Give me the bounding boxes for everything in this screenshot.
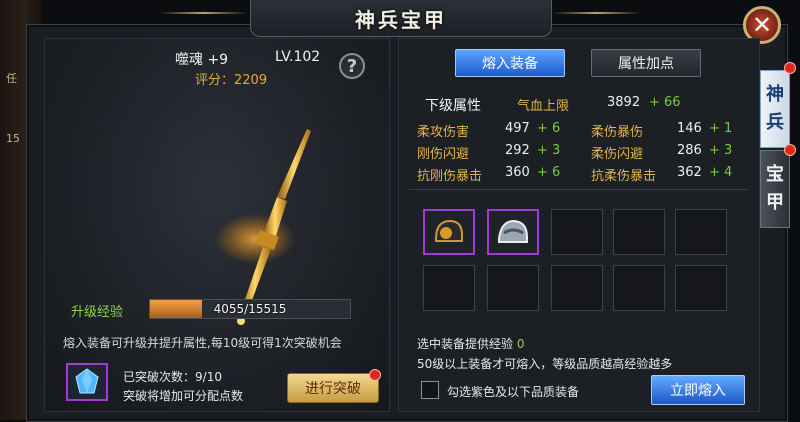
weapon-level: LV.102 — [275, 49, 321, 65]
breakthrough-hint: 突破将增加可分配点数 — [123, 389, 244, 403]
equip-slot[interactable] — [551, 209, 603, 255]
crystal-icon — [75, 368, 99, 394]
weapon-panel: 噬魂 +9 LV.102 评分：2209 ? 升级经验 4055/15515 熔… — [44, 38, 390, 412]
upgrade-description: 熔入装备可升级并提升属性,每10级可得1次突破机会 — [63, 336, 342, 350]
stat-plus: + 3 — [537, 143, 561, 158]
breakthrough-count-value: 9/10 — [195, 370, 222, 384]
stat-value: 146 — [677, 121, 702, 136]
stat-plus: + 6 — [537, 165, 561, 180]
smelt-panel: 熔入装备 属性加点 下级属性 气血上限 3892 + 66 柔攻伤害 497 +… — [398, 38, 760, 412]
breakthrough-count-label: 已突破次数： — [123, 370, 196, 384]
equip-slot[interactable] — [551, 265, 603, 311]
equip-slot[interactable] — [487, 209, 539, 255]
stat-value: 286 — [677, 143, 702, 158]
help-button[interactable]: ? — [339, 53, 365, 79]
title-ornament-right — [552, 12, 642, 14]
breakthrough-count: 已突破次数：9/10 — [123, 368, 222, 385]
stat-plus: + 1 — [709, 121, 733, 136]
provided-exp-value: 0 — [516, 337, 525, 351]
select-purple-label: 勾选紫色及以下品质装备 — [447, 385, 580, 399]
side-tab-char: 宝 — [766, 164, 784, 185]
exp-label: 升级经验 — [71, 305, 124, 320]
stat-row: 柔伤闪避 286 + 3 — [591, 143, 732, 162]
side-tab-armor[interactable]: 宝 甲 — [760, 150, 790, 228]
next-level-title: 下级属性 — [425, 98, 481, 114]
provided-exp-label: 选中装备提供经验 — [417, 337, 514, 351]
exp-progress-text: 4055/15515 — [213, 302, 287, 316]
score-value: 2209 — [234, 73, 268, 88]
stat-label: 刚伤闪避 — [417, 147, 470, 162]
stat-plus: + 4 — [709, 165, 733, 180]
stat-label: 柔伤暴伤 — [591, 125, 644, 140]
section-divider — [409, 189, 749, 190]
side-tab-char: 神 — [766, 84, 784, 105]
breakthrough-button[interactable]: 进行突破 — [287, 373, 379, 403]
stat-value: 497 — [505, 121, 530, 136]
stat-row: 抗柔伤暴击 362 + 4 — [591, 165, 732, 184]
select-purple-checkbox[interactable] — [421, 381, 439, 399]
stat-row: 柔攻伤害 497 + 6 — [417, 121, 560, 140]
hp-plus: + 66 — [649, 95, 681, 110]
equip-slot[interactable] — [613, 209, 665, 255]
smelt-now-button[interactable]: 立即熔入 — [651, 375, 745, 405]
stat-label: 柔伤闪避 — [591, 147, 644, 162]
tab-attribute-points[interactable]: 属性加点 — [591, 49, 701, 77]
stat-row: 刚伤闪避 292 + 3 — [417, 143, 560, 162]
breakthrough-gem-slot[interactable] — [66, 363, 108, 401]
stat-value: 360 — [505, 165, 530, 180]
stat-row: 柔伤暴伤 146 + 1 — [591, 121, 732, 140]
stat-value: 292 — [505, 143, 530, 158]
provided-exp: 选中装备提供经验 0 — [417, 335, 524, 352]
window-title: 神兵宝甲 — [355, 7, 447, 32]
side-tab-char: 兵 — [766, 112, 784, 133]
title-bar: 神兵宝甲 — [250, 0, 552, 37]
stat-row: 抗刚伤暴击 360 + 6 — [417, 165, 560, 184]
equip-slot[interactable] — [675, 209, 727, 255]
helmet-icon — [435, 219, 463, 242]
side-tab-weapon-notification-dot — [784, 62, 796, 74]
equip-slot[interactable] — [487, 265, 539, 311]
side-tab-char: 甲 — [766, 192, 784, 213]
title-ornament-left — [158, 12, 248, 14]
equip-slot[interactable] — [675, 265, 727, 311]
stat-plus: + 6 — [537, 121, 561, 136]
close-icon: ✕ — [751, 11, 773, 39]
breakthrough-notification-dot — [369, 369, 381, 381]
stat-value: 362 — [677, 165, 702, 180]
stat-label: 柔攻伤害 — [417, 125, 470, 140]
exp-progress-bar: 4055/15515 — [149, 299, 351, 319]
score-label: 评分： — [195, 73, 235, 88]
stat-label: 抗刚伤暴击 — [417, 169, 483, 184]
smelt-rule: 50级以上装备才可熔入，等级品质越高经验越多 — [417, 357, 673, 371]
stat-plus: + 3 — [709, 143, 733, 158]
equip-slot[interactable] — [423, 265, 475, 311]
help-icon: ? — [346, 55, 358, 77]
helmet-icon — [498, 219, 528, 243]
hp-value: 3892 — [607, 95, 641, 110]
stat-label: 抗柔伤暴击 — [591, 169, 657, 184]
edge-mark-1: 任 — [6, 72, 17, 85]
tab-smelt-equipment[interactable]: 熔入装备 — [455, 49, 565, 77]
weapon-name: 噬魂 +9 — [175, 52, 229, 68]
side-tab-weapon[interactable]: 神 兵 — [760, 70, 790, 148]
side-tab-armor-notification-dot — [784, 144, 796, 156]
hp-label: 气血上限 — [517, 99, 570, 114]
edge-mark-2: 15 — [6, 132, 20, 145]
equip-slot[interactable] — [613, 265, 665, 311]
weapon-score: 评分：2209 — [195, 69, 267, 88]
equip-slot[interactable] — [423, 209, 475, 255]
